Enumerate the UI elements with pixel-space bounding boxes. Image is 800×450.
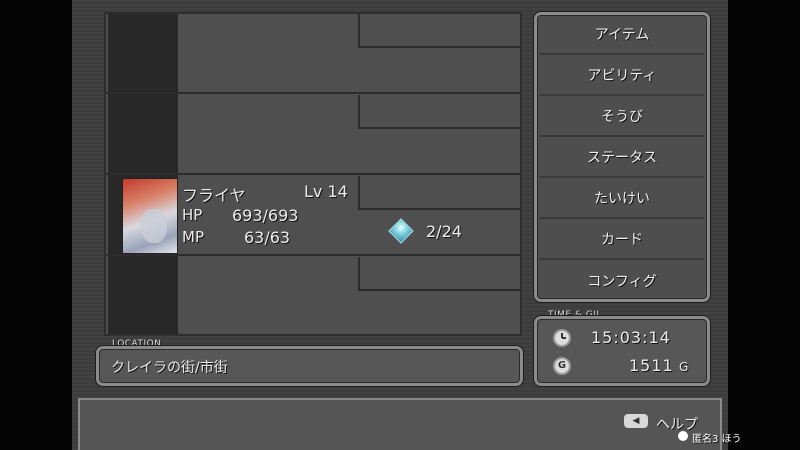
hp-label: HP bbox=[182, 206, 203, 224]
magic-stone-count: 2/24 bbox=[426, 222, 462, 241]
party-slot-2[interactable] bbox=[106, 95, 520, 175]
menu-item-card[interactable]: カード bbox=[540, 220, 704, 260]
hp-value: 693/693 bbox=[232, 206, 299, 225]
command-menu: アイテム アビリティ そうび ステータス たいけい カード コンフィグ bbox=[534, 12, 710, 302]
party-slot-1[interactable] bbox=[106, 14, 520, 94]
menu-item-order[interactable]: たいけい bbox=[540, 179, 704, 219]
character-level: Lv 14 bbox=[304, 182, 348, 201]
clock-icon bbox=[553, 329, 571, 347]
party-slot-4[interactable] bbox=[106, 257, 520, 337]
gil-amount: 1511 bbox=[629, 356, 674, 375]
location-name: クレイラの街/市街 bbox=[111, 360, 228, 376]
party-panel: フライヤ Lv 14 HP 693/693 MP 63/63 2/24 bbox=[104, 12, 522, 336]
party-slot-3[interactable]: フライヤ Lv 14 HP 693/693 MP 63/63 2/24 bbox=[106, 176, 520, 256]
help-bar: ◀ ヘルプ bbox=[78, 398, 722, 450]
menu-item-status[interactable]: ステータス bbox=[540, 138, 704, 178]
menu-item-equip[interactable]: そうび bbox=[540, 97, 704, 137]
gil-unit: G bbox=[679, 360, 689, 374]
location-panel: クレイラの街/市街 bbox=[96, 346, 523, 386]
record-dot-icon bbox=[678, 431, 688, 441]
play-time: 15:03:14 bbox=[591, 328, 671, 347]
overlay-text: 匿名3 ほう bbox=[692, 434, 742, 445]
menu-item-items[interactable]: アイテム bbox=[540, 15, 704, 55]
menu-item-config[interactable]: コンフィグ bbox=[540, 261, 704, 301]
gil-coin-icon: G bbox=[553, 357, 571, 375]
magic-stone-icon bbox=[388, 218, 414, 244]
time-gil-panel: 15:03:14 G 1511 G bbox=[534, 316, 710, 386]
character-portrait bbox=[122, 178, 178, 254]
select-button-icon[interactable]: ◀ bbox=[624, 414, 648, 428]
menu-item-abilities[interactable]: アビリティ bbox=[540, 56, 704, 96]
mp-value: 63/63 bbox=[244, 228, 291, 247]
character-name: フライヤ bbox=[182, 186, 246, 205]
mp-label: MP bbox=[182, 228, 204, 246]
